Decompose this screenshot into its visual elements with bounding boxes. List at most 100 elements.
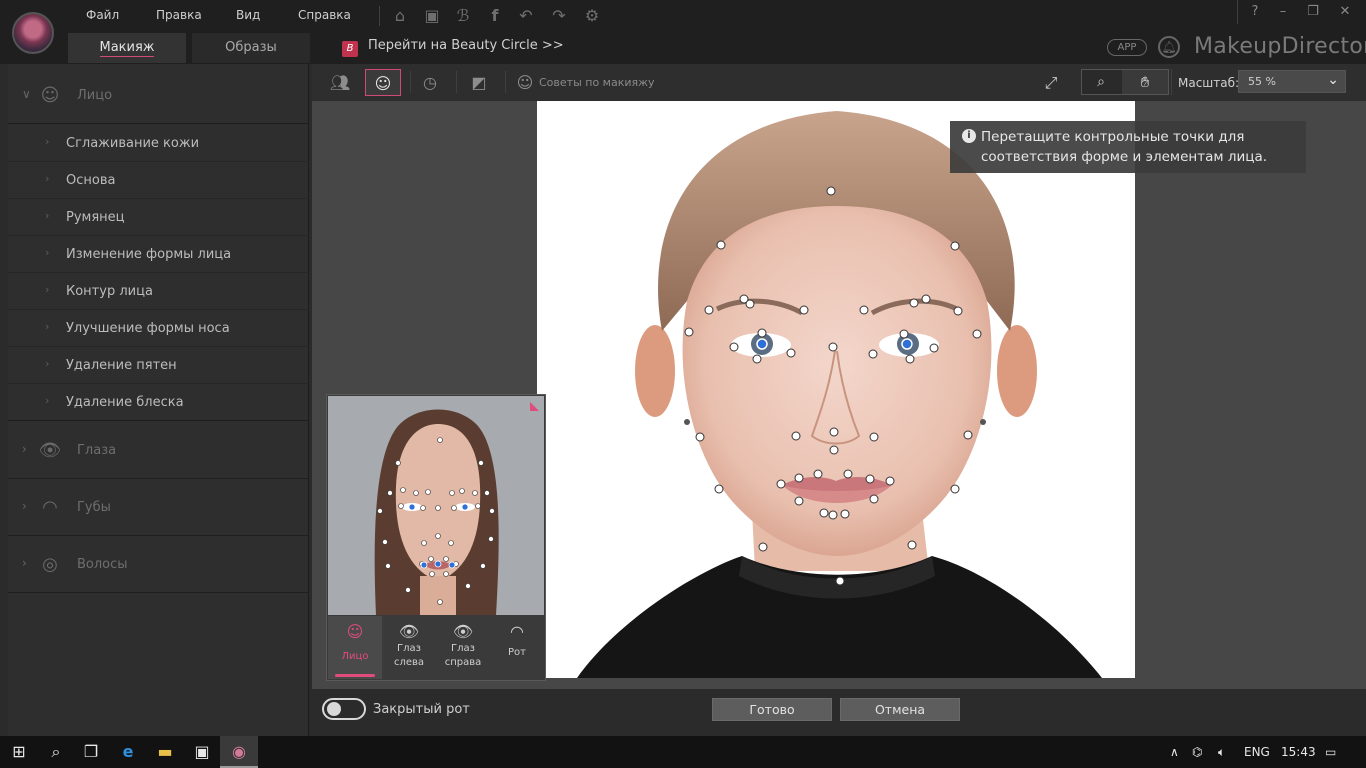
facebook-icon[interactable]: f	[485, 6, 505, 26]
toggle-knob	[327, 702, 341, 716]
makeup-tips-icon[interactable]: ☺	[512, 69, 538, 96]
scale-label: Масштаб:	[1178, 76, 1240, 90]
info-icon: i	[962, 129, 976, 143]
windows-start-icon[interactable]: ⊞	[0, 736, 38, 768]
face-outline-icon: ☺	[346, 622, 364, 641]
cancel-button[interactable]: Отмена	[840, 698, 960, 721]
makeupdirector-taskbar-icon[interactable]: ◉	[220, 736, 258, 768]
list-item[interactable]: › Удаление блеска	[8, 384, 309, 421]
network-icon[interactable]: ⌬	[1192, 745, 1202, 759]
zoom-magnifier-icon[interactable]: ⌕	[1082, 70, 1120, 94]
chevron-right-icon: ›	[45, 394, 50, 407]
tab-face[interactable]: ☺ Лицо	[328, 616, 382, 679]
chevron-right-icon: ›	[45, 320, 50, 333]
tab-right-eye[interactable]: 👁︎ Глаз справа	[436, 616, 490, 679]
face-landmark-tool-icon[interactable]: ☺	[365, 69, 401, 96]
action-center-icon[interactable]: ▭	[1325, 745, 1336, 759]
redo-icon[interactable]: ↷	[549, 6, 569, 26]
beauty-circle-link[interactable]: B Перейти на Beauty Circle >>	[342, 38, 564, 57]
tab-left-eye[interactable]: 👁︎ Глаз слева	[382, 616, 436, 679]
preview-tabs: ☺ Лицо 👁︎ Глаз слева 👁︎ Глаз справа ◠ Ро…	[328, 616, 544, 679]
fit-to-screen-icon[interactable]: ⤢	[1038, 70, 1064, 96]
close-button[interactable]: ✕	[1328, 0, 1362, 24]
toolbar-divider	[1171, 69, 1172, 95]
menu-file[interactable]: Файл	[86, 8, 119, 22]
chevron-right-icon: ›	[22, 442, 27, 456]
search-icon[interactable]: ⌕	[37, 736, 75, 768]
category-hair-label: Волосы	[77, 557, 128, 572]
list-item-label: Сглаживание кожи	[66, 136, 200, 151]
list-item[interactable]: › Румянец	[8, 199, 309, 236]
list-item[interactable]: › Основа	[8, 162, 309, 199]
save-icon[interactable]: ▣	[422, 6, 442, 26]
tab-mouth[interactable]: ◠ Рот	[490, 616, 544, 679]
beauty-circle-label: Перейти на Beauty Circle >>	[368, 38, 564, 53]
undo-icon[interactable]: ↶	[516, 6, 536, 26]
closed-mouth-toggle[interactable]	[322, 698, 366, 720]
list-item[interactable]: › Сглаживание кожи	[8, 125, 309, 162]
list-item-label: Основа	[66, 173, 116, 188]
scale-value: 55 %	[1248, 75, 1276, 88]
chevron-down-icon: ∨	[22, 87, 31, 101]
tray-chevron-icon[interactable]: ∧	[1170, 745, 1179, 759]
menu-divider	[379, 6, 380, 26]
list-item[interactable]: › Контур лица	[8, 273, 309, 310]
hint-text: Перетащите контрольные точки для соответ…	[981, 129, 1268, 165]
app-badge[interactable]: APP	[1107, 39, 1147, 56]
beauty-circle-icon[interactable]: ℬ	[453, 6, 473, 26]
category-eyes[interactable]: › 👁︎ Глаза	[8, 422, 309, 479]
store-icon[interactable]: ▣	[183, 736, 221, 768]
list-item[interactable]: › Улучшение формы носа	[8, 310, 309, 347]
history-icon[interactable]: ◷	[412, 69, 448, 96]
list-item[interactable]: › Удаление пятен	[8, 347, 309, 384]
menu-edit[interactable]: Правка	[156, 8, 202, 22]
chevron-down-icon: ⌄	[1327, 72, 1339, 88]
chevron-right-icon: ›	[22, 499, 27, 513]
zoom-tools: ⌕ ✋︎	[1081, 69, 1169, 95]
file-explorer-icon[interactable]: ▬	[146, 736, 184, 768]
hair-icon: ◎	[42, 554, 58, 575]
scale-dropdown[interactable]: 55 % ⌄	[1238, 70, 1346, 93]
settings-gear-icon[interactable]: ⚙	[582, 6, 602, 26]
makeup-category-panel: ∨ ☺ Лицо › Сглаживание кожи › Основа › Р…	[8, 64, 309, 736]
split-view-icon[interactable]: ◩	[461, 69, 497, 96]
compare-faces-icon[interactable]: 👥︎	[322, 69, 358, 96]
category-hair[interactable]: › ◎ Волосы	[8, 536, 309, 593]
lips-icon: ◠	[42, 497, 58, 518]
category-lips[interactable]: › ◠ Губы	[8, 479, 309, 536]
preview-corner-icon[interactable]	[528, 400, 540, 412]
bottom-controls: Закрытый рот Готово Отмена	[312, 689, 1366, 736]
list-item[interactable]: › Изменение формы лица	[8, 236, 309, 273]
clock[interactable]: 15:43	[1281, 745, 1316, 759]
restore-button[interactable]: ❐	[1296, 0, 1330, 24]
volume-icon[interactable]: 🔈︎	[1218, 745, 1225, 760]
list-item-label: Румянец	[66, 210, 125, 225]
menu-help[interactable]: Справка	[298, 8, 351, 22]
task-view-icon[interactable]: ❐	[72, 736, 110, 768]
list-item-label: Изменение формы лица	[66, 247, 232, 262]
category-face-label: Лицо	[77, 88, 113, 103]
edge-browser-icon[interactable]: e	[109, 736, 147, 768]
left-eye-icon: 👁︎	[398, 622, 420, 641]
chevron-right-icon: ›	[45, 357, 50, 370]
chevron-right-icon: ›	[45, 283, 50, 296]
portrait-photo[interactable]	[537, 101, 1135, 678]
tab-makeup[interactable]: Макияж	[68, 33, 186, 63]
tab-looks[interactable]: Образы	[192, 33, 310, 63]
pan-hand-icon[interactable]: ✋︎	[1122, 70, 1168, 94]
list-item-label: Улучшение формы носа	[66, 321, 230, 336]
closed-mouth-label: Закрытый рот	[373, 702, 470, 717]
category-lips-label: Губы	[77, 500, 111, 515]
category-face[interactable]: ∨ ☺ Лицо	[8, 67, 309, 124]
input-language[interactable]: ENG	[1244, 745, 1270, 759]
minimize-button[interactable]: –	[1266, 0, 1300, 24]
menu-view[interactable]: Вид	[236, 8, 260, 22]
tab-right-eye-label: Глаз справа	[444, 643, 482, 668]
makeup-tips-link[interactable]: Советы по макияжу	[539, 76, 655, 89]
home-icon[interactable]: ⌂	[390, 6, 410, 26]
beauty-circle-logo-icon: B	[342, 41, 358, 57]
chevron-right-icon: ›	[45, 135, 50, 148]
done-button[interactable]: Готово	[712, 698, 832, 721]
notification-bell-icon[interactable]: 🔔︎	[1158, 36, 1180, 58]
tab-mouth-label: Рот	[508, 647, 526, 658]
